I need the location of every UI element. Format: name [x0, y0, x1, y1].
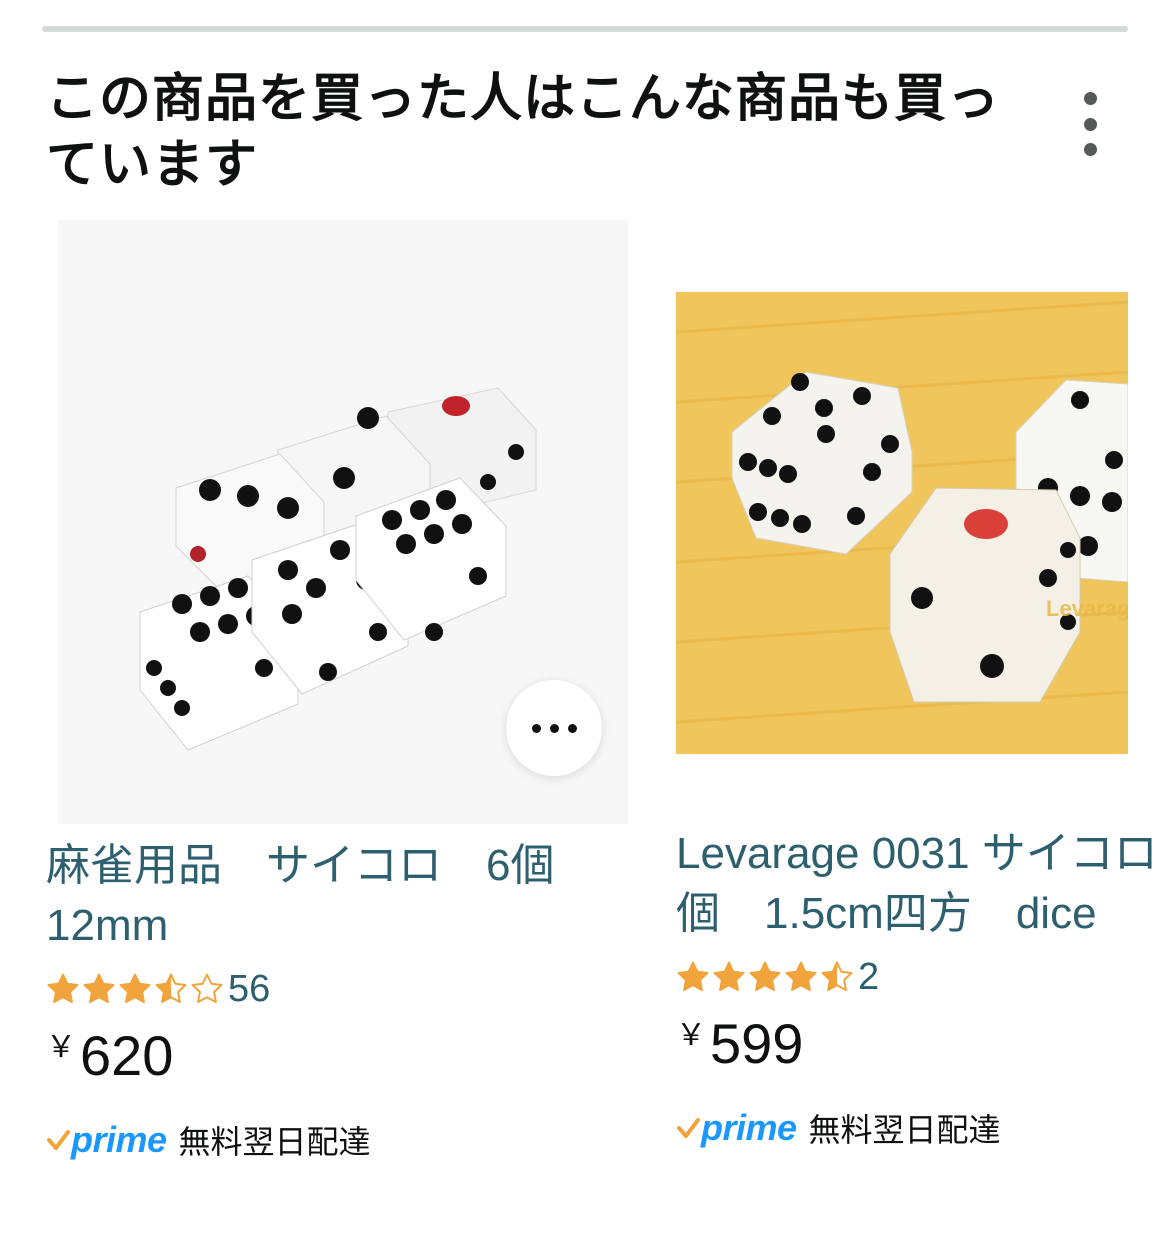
star-full-icon — [713, 961, 745, 992]
product-title-link[interactable]: 麻雀用品 サイコロ 6個 12mm — [46, 836, 636, 956]
more-dot — [549, 723, 559, 733]
rating-row[interactable]: 2 — [676, 950, 1170, 1004]
rating-row[interactable]: 56 — [46, 962, 636, 1016]
more-dot — [531, 723, 541, 733]
prime-delivery: prime 無料翌日配達 — [46, 1114, 636, 1166]
star-rating — [46, 972, 226, 1006]
star-full-icon — [83, 973, 115, 1004]
prime-label: prime — [701, 1107, 797, 1148]
star-half-icon — [155, 973, 187, 1004]
dice-illustration: Levarage — [676, 292, 1128, 754]
star-full-icon — [677, 961, 709, 992]
star-full-icon — [119, 973, 151, 1004]
product-image-dice-pair[interactable]: Levarage — [676, 292, 1128, 754]
delivery-text: 無料翌日配達 — [178, 1123, 371, 1161]
review-count-link[interactable]: 2 — [858, 956, 879, 999]
delivery-text: 無料翌日配達 — [808, 1111, 1001, 1149]
prime-check-icon — [677, 1118, 700, 1138]
more-dot — [567, 723, 577, 733]
kebab-dot — [1083, 92, 1097, 105]
prime-delivery: prime 無料翌日配達 — [676, 1102, 1170, 1154]
review-count-link[interactable]: 56 — [228, 968, 270, 1011]
kebab-dot — [1083, 143, 1097, 156]
section-title: この商品を買った人はこんな商品も買っています — [46, 69, 1001, 195]
kebab-menu-icon[interactable] — [1070, 92, 1110, 156]
product-title-link[interactable]: Levarage 0031 サイコロ 個 1.5cm四方 dice — [676, 824, 1170, 944]
section-divider — [42, 26, 1128, 32]
prime-logo: prime — [46, 1120, 167, 1160]
star-half-icon — [821, 961, 853, 992]
price-amount: 620 — [80, 1024, 174, 1087]
prime-logo: prime — [676, 1108, 797, 1148]
product-card[interactable]: Levarage Levarage 0031 サイコロ 個 1.5cm四方 di… — [676, 220, 1170, 1220]
star-full-icon — [47, 973, 79, 1004]
star-full-icon — [785, 961, 817, 992]
currency-symbol: ￥ — [676, 1019, 706, 1052]
star-full-icon — [749, 961, 781, 992]
prime-label: prime — [71, 1119, 167, 1160]
currency-symbol: ￥ — [46, 1031, 76, 1064]
star-empty-icon — [191, 973, 223, 1004]
prime-check-icon — [47, 1130, 70, 1150]
price-amount: 599 — [710, 1012, 804, 1075]
product-card[interactable]: 麻雀用品 サイコロ 6個 12mm 56 ￥ 620 prime 無料翌日配達 — [46, 220, 636, 1166]
more-options-icon[interactable] — [506, 680, 602, 776]
price: ￥ 599 — [676, 1012, 1170, 1082]
star-rating — [676, 960, 856, 994]
kebab-dot — [1083, 117, 1097, 131]
watermark-text: Levarage — [1046, 596, 1128, 621]
product-image-dice-set[interactable] — [58, 220, 628, 824]
price: ￥ 620 — [46, 1024, 636, 1094]
